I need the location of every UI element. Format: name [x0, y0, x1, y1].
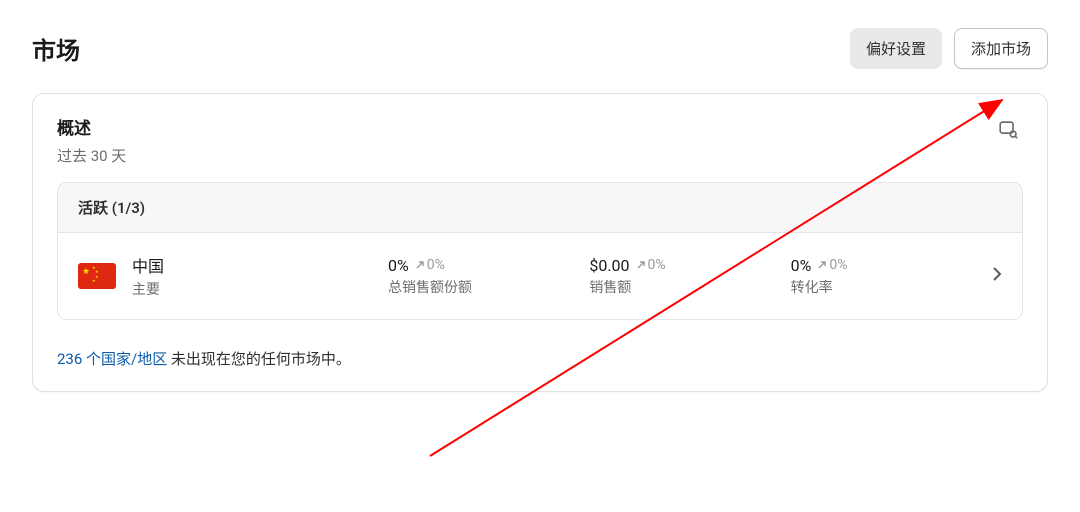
chevron-right-icon — [992, 266, 1002, 286]
add-market-button[interactable]: 添加市场 — [954, 28, 1048, 69]
overview-title: 概述 — [57, 114, 126, 139]
metric-value: 0% — [388, 256, 409, 275]
footer-suffix: 未出现在您的任何市场中。 — [167, 350, 351, 368]
active-section-header: 活跃 (1/3) — [58, 183, 1022, 233]
markets-table: 活跃 (1/3) ★ ★ ★ ★ ★ 中国 主要 — [33, 182, 1047, 320]
metric-trend: 0% — [415, 257, 445, 273]
country-cell: ★ ★ ★ ★ ★ 中国 主要 — [78, 253, 388, 299]
page-header: 市场 偏好设置 添加市场 — [32, 28, 1048, 69]
arrow-up-right-icon — [415, 260, 425, 270]
metric-label: 销售额 — [589, 277, 790, 297]
page-title: 市场 — [32, 31, 80, 66]
metric-sales: $0.00 0% 销售额 — [589, 256, 790, 297]
flag-cn-icon: ★ ★ ★ ★ ★ — [78, 263, 116, 289]
metric-label: 转化率 — [791, 277, 992, 297]
metric-value: $0.00 — [589, 256, 629, 275]
country-tag: 主要 — [132, 279, 164, 299]
overview-subtitle: 过去 30 天 — [57, 145, 126, 166]
unassigned-countries-link[interactable]: 236 个国家/地区 — [57, 350, 167, 368]
market-row[interactable]: ★ ★ ★ ★ ★ 中国 主要 0% — [58, 233, 1022, 319]
country-name: 中国 — [132, 253, 164, 277]
metric-label: 总销售额份额 — [388, 277, 589, 297]
preferences-button[interactable]: 偏好设置 — [850, 28, 942, 69]
search-icon — [997, 118, 1019, 140]
arrow-up-right-icon — [636, 260, 646, 270]
footer-note: 236 个国家/地区 未出现在您的任何市场中。 — [33, 320, 1047, 391]
search-analytics-button[interactable] — [993, 114, 1023, 147]
arrow-up-right-icon — [817, 260, 827, 270]
metric-trend: 0% — [636, 257, 666, 273]
header-actions: 偏好设置 添加市场 — [850, 28, 1048, 69]
metric-total-sales-share: 0% 0% 总销售额份额 — [388, 256, 589, 297]
card-header: 概述 过去 30 天 — [33, 94, 1047, 182]
overview-card: 概述 过去 30 天 活跃 (1/3) ★ ★ — [32, 93, 1048, 392]
metric-conversion-rate: 0% 0% 转化率 — [791, 256, 992, 297]
metric-value: 0% — [791, 256, 812, 275]
metric-trend: 0% — [817, 257, 847, 273]
